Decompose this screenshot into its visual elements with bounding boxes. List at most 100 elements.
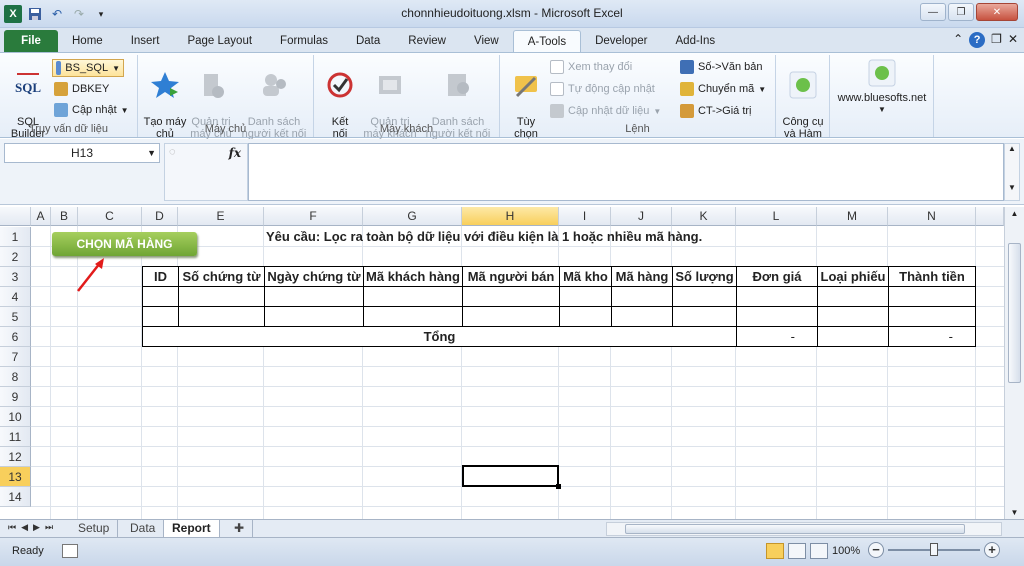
- column-header-h[interactable]: H: [462, 207, 559, 226]
- formula-bar-scroll[interactable]: ▲ ▼: [1004, 143, 1020, 201]
- column-header-g[interactable]: G: [363, 207, 462, 226]
- tab-page-layout[interactable]: Page Layout: [173, 30, 266, 52]
- table-cell[interactable]: [888, 286, 976, 307]
- sheet-nav-arrows[interactable]: ⏮◀▶⏭: [8, 522, 58, 533]
- bs-sql-dropdown[interactable]: BS_SQL ▼: [52, 59, 124, 77]
- table-cell[interactable]: [736, 286, 818, 307]
- tab-data[interactable]: Data: [342, 30, 394, 52]
- table-cell[interactable]: [672, 306, 737, 327]
- cap-nhat-du-lieu-button[interactable]: Cập nhật dữ liệu ▼: [550, 104, 661, 118]
- table-cell[interactable]: [736, 306, 818, 327]
- macro-record-icon[interactable]: [62, 544, 78, 558]
- total-label-cell[interactable]: Tổng: [142, 326, 737, 347]
- zoom-level[interactable]: 100%: [832, 545, 860, 557]
- row-header-11[interactable]: 11: [0, 427, 31, 447]
- table-header-ma-nguoi-ban[interactable]: Mã người bán: [462, 266, 560, 287]
- select-all-corner[interactable]: [0, 207, 31, 226]
- row-header-2[interactable]: 2: [0, 247, 31, 267]
- tab-formulas[interactable]: Formulas: [266, 30, 342, 52]
- column-header-n[interactable]: N: [888, 207, 976, 226]
- column-header-f[interactable]: F: [264, 207, 363, 226]
- zoom-out-icon[interactable]: −: [868, 542, 884, 558]
- table-cell[interactable]: [611, 286, 673, 307]
- column-header-i[interactable]: I: [559, 207, 611, 226]
- normal-view-icon[interactable]: [766, 543, 784, 559]
- table-header-ngay-chung-tu[interactable]: Ngày chứng từ: [264, 266, 364, 287]
- column-header-d[interactable]: D: [142, 207, 178, 226]
- row-header-8[interactable]: 8: [0, 367, 31, 387]
- table-cell[interactable]: [264, 286, 364, 307]
- table-cell[interactable]: [888, 306, 976, 327]
- total-don-gia-cell[interactable]: -: [736, 326, 818, 347]
- name-box[interactable]: H13 ▼: [4, 143, 160, 163]
- row-header-14[interactable]: 14: [0, 487, 31, 507]
- table-header-don-gia[interactable]: Đơn giá: [736, 266, 818, 287]
- help-icon[interactable]: ?: [969, 32, 986, 48]
- column-header-c[interactable]: C: [78, 207, 142, 226]
- dbkey-button[interactable]: DBKEY: [54, 82, 109, 96]
- vertical-scrollbar[interactable]: ▲ ▼: [1004, 207, 1024, 519]
- expand-icon[interactable]: ◌: [169, 146, 176, 158]
- row-header-13[interactable]: 13: [0, 467, 31, 487]
- tab-view[interactable]: View: [460, 30, 513, 52]
- table-cell[interactable]: [363, 306, 463, 327]
- chevron-up-icon[interactable]: ▲: [1005, 144, 1019, 153]
- sheet-tab-data[interactable]: Data: [122, 520, 165, 537]
- horizontal-scrollbar[interactable]: [606, 522, 1002, 536]
- table-header-ma-hang[interactable]: Mã hàng: [611, 266, 673, 287]
- minimize-icon[interactable]: —: [920, 3, 946, 21]
- table-header-thanh-tien[interactable]: Thành tiền: [888, 266, 976, 287]
- restore-workbook-icon[interactable]: ❐: [991, 32, 1002, 48]
- row-header-9[interactable]: 9: [0, 387, 31, 407]
- table-header-id[interactable]: ID: [142, 266, 179, 287]
- table-cell[interactable]: [363, 286, 463, 307]
- close-icon[interactable]: ✕: [976, 3, 1018, 21]
- tab-a-tools[interactable]: A-Tools: [512, 30, 582, 52]
- column-header-a[interactable]: A: [31, 207, 51, 226]
- row-header-7[interactable]: 7: [0, 347, 31, 367]
- tab-review[interactable]: Review: [394, 30, 460, 52]
- total-loai-phieu-cell[interactable]: [817, 326, 889, 347]
- table-header-ma-khach-hang[interactable]: Mã khách hàng: [363, 266, 463, 287]
- ct-gia-tri-button[interactable]: CT->Giá trị: [680, 104, 751, 118]
- table-cell[interactable]: [462, 306, 560, 327]
- insert-function-icon[interactable]: fx: [229, 146, 241, 160]
- tu-dong-cap-nhat-checkbox[interactable]: Tự động cập nhật: [550, 82, 655, 96]
- sheet-tab-report[interactable]: Report: [164, 520, 220, 537]
- table-header-ma-kho[interactable]: Mã kho: [559, 266, 612, 287]
- table-header-loai-phieu[interactable]: Loại phiếu: [817, 266, 889, 287]
- zoom-in-icon[interactable]: +: [984, 542, 1000, 558]
- table-header-so-luong[interactable]: Số lượng: [672, 266, 737, 287]
- tab-insert[interactable]: Insert: [117, 30, 174, 52]
- close-workbook-icon[interactable]: ✕: [1008, 32, 1018, 48]
- sheet-tab-setup[interactable]: Setup: [70, 520, 119, 537]
- table-cell[interactable]: [142, 286, 179, 307]
- row-header-3[interactable]: 3: [0, 267, 31, 287]
- vertical-scroll-thumb[interactable]: [1008, 243, 1021, 383]
- row-header-10[interactable]: 10: [0, 407, 31, 427]
- table-cell[interactable]: [264, 306, 364, 327]
- row-header-6[interactable]: 6: [0, 327, 31, 347]
- row-header-5[interactable]: 5: [0, 307, 31, 327]
- column-header-l[interactable]: L: [736, 207, 817, 226]
- page-layout-view-icon[interactable]: [788, 543, 806, 559]
- table-cell[interactable]: [817, 286, 889, 307]
- table-header-so-chung-tu[interactable]: Số chứng từ: [178, 266, 265, 287]
- insert-sheet-icon[interactable]: ✚: [226, 520, 254, 537]
- so-van-ban-button[interactable]: Số->Văn bản: [680, 60, 763, 74]
- total-thanh-tien-cell[interactable]: -: [888, 326, 976, 347]
- chuyen-ma-button[interactable]: Chuyển mã ▼: [680, 82, 766, 96]
- xem-thay-doi-checkbox[interactable]: Xem thay đổi: [550, 60, 632, 74]
- bluesofts-link[interactable]: www.bluesofts.net ▼: [830, 57, 934, 116]
- table-cell[interactable]: [178, 286, 265, 307]
- chon-ma-hang-button[interactable]: CHỌN MÃ HÀNG: [52, 232, 197, 256]
- tab-add-ins[interactable]: Add-Ins: [662, 30, 730, 52]
- table-cell[interactable]: [462, 286, 560, 307]
- chevron-down-icon[interactable]: ▼: [147, 144, 156, 162]
- chevron-up-icon[interactable]: ▲: [1005, 209, 1024, 218]
- column-header-b[interactable]: B: [51, 207, 78, 226]
- chevron-down-icon[interactable]: ▼: [1005, 183, 1019, 192]
- page-break-view-icon[interactable]: [810, 543, 828, 559]
- tab-developer[interactable]: Developer: [581, 30, 661, 52]
- row-header-1[interactable]: 1: [0, 227, 31, 247]
